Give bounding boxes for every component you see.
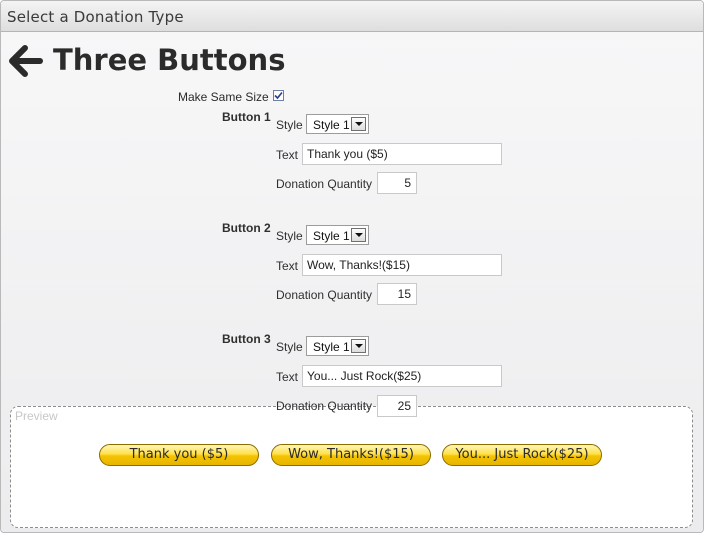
chevron-down-icon [351, 339, 366, 353]
button-3-quantity-input[interactable] [377, 395, 417, 417]
button-1-style-label: Style [276, 118, 303, 132]
preview-button-2[interactable]: Wow, Thanks!($15) [271, 444, 431, 466]
button-1-style-select[interactable]: Style 1 [306, 114, 369, 134]
button-3-style-value: Style 1 [313, 340, 350, 354]
checkmark-icon [274, 91, 283, 100]
button-2-quantity-label: Donation Quantity [276, 288, 373, 302]
button-2-style-label: Style [276, 229, 303, 243]
preview-legend: Preview [15, 409, 58, 423]
button-1-style-value: Style 1 [313, 118, 350, 132]
button-1-quantity-input[interactable] [377, 172, 417, 194]
preview-button-1[interactable]: Thank you ($5) [99, 444, 259, 466]
button-3-style-label: Style [276, 340, 303, 354]
page-title: Three Buttons [53, 43, 286, 77]
button-3-quantity-label: Donation Quantity [276, 399, 373, 413]
preview-panel: Preview Thank you ($5) Wow, Thanks!($15)… [10, 406, 693, 528]
button-1-text-input[interactable] [302, 143, 502, 165]
preview-button-3[interactable]: You... Just Rock($25) [442, 444, 602, 466]
button-1-label: Button 1 [222, 110, 271, 124]
chevron-down-icon [351, 228, 366, 242]
button-1-quantity-label: Donation Quantity [276, 177, 373, 191]
title-bar: Select a Donation Type [1, 1, 703, 32]
make-same-size-label: Make Same Size [178, 90, 269, 104]
button-2-style-value: Style 1 [313, 229, 350, 243]
make-same-size-checkbox[interactable] [273, 90, 284, 101]
button-1-text-label: Text [276, 148, 299, 162]
content-area: Three Buttons Make Same Size Button 1 St… [1, 32, 703, 532]
button-3-label: Button 3 [222, 332, 271, 346]
window-title: Select a Donation Type [7, 8, 184, 26]
button-2-label: Button 2 [222, 221, 271, 235]
button-2-text-input[interactable] [302, 254, 502, 276]
button-3-text-input[interactable] [302, 365, 502, 387]
donation-type-window: Select a Donation Type Three Buttons Mak… [0, 0, 704, 533]
arrow-left-icon[interactable] [9, 45, 43, 77]
button-2-style-select[interactable]: Style 1 [306, 225, 369, 245]
button-2-quantity-input[interactable] [377, 283, 417, 305]
button-3-style-select[interactable]: Style 1 [306, 336, 369, 356]
button-2-text-label: Text [276, 259, 299, 273]
chevron-down-icon [351, 117, 366, 131]
button-3-text-label: Text [276, 370, 299, 384]
